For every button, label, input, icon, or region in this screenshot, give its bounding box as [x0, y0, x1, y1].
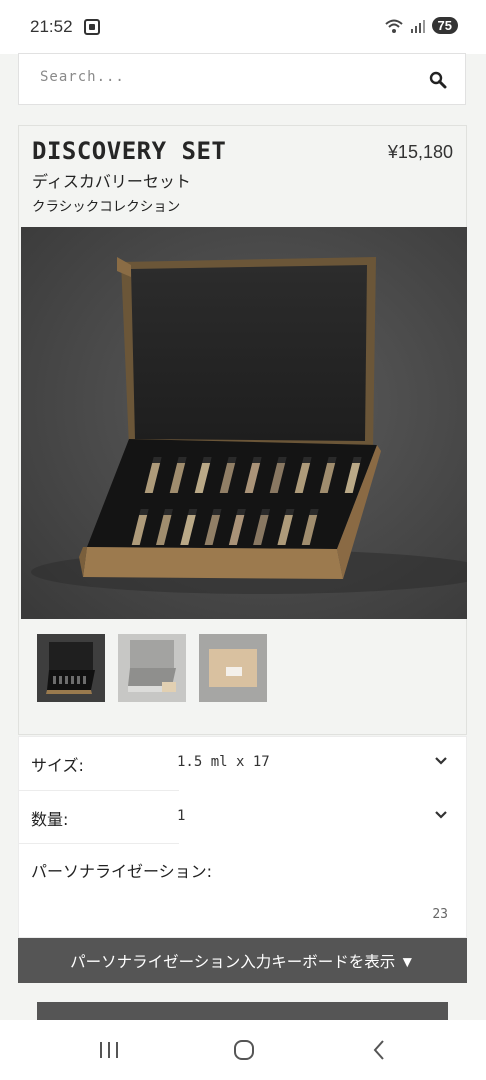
chevron-down-icon[interactable] [434, 756, 448, 766]
vial-cap [277, 457, 287, 463]
thumb-open-box-dark[interactable] [37, 634, 105, 702]
product-price: ¥15,180 [387, 142, 453, 162]
chevron-down-icon[interactable] [434, 810, 448, 820]
signal-icon [410, 19, 425, 33]
quantity-label: 数量: [31, 810, 69, 829]
search-input[interactable] [38, 68, 402, 86]
battery-indicator: 75 [431, 17, 458, 34]
product-card: DISCOVERY SET ¥15,180 ディスカバリーセット クラシックコレ… [18, 125, 467, 735]
product-main-image[interactable] [21, 227, 467, 619]
vial-cap [139, 509, 149, 515]
divider [19, 843, 179, 844]
status-bar: 21:52 75 [0, 0, 486, 54]
size-label: サイズ: [31, 756, 84, 775]
back-icon[interactable] [365, 1038, 395, 1062]
status-indicators: 75 [384, 17, 458, 34]
vial-cap [163, 509, 173, 515]
thumb-open-box-light[interactable] [118, 634, 186, 702]
screenshot-icon [84, 19, 100, 35]
vial-cap [309, 509, 319, 515]
size-value[interactable]: 1.5 ml x 17 [177, 754, 270, 770]
show-keyboard-button[interactable]: パーソナライゼーション入力キーボードを表示 ▼ [18, 938, 467, 983]
recents-icon[interactable] [94, 1038, 124, 1062]
quantity-value[interactable]: 1 [177, 808, 185, 824]
vial-cap [187, 509, 198, 515]
thumb-closed-box[interactable] [199, 634, 267, 702]
size-selector[interactable]: サイズ: 1.5 ml x 17 [19, 737, 466, 789]
vial-cap [177, 457, 187, 463]
product-title: DISCOVERY SET [32, 137, 227, 165]
product-collection: クラシックコレクション [32, 199, 181, 215]
vial-cap [236, 509, 246, 515]
vial-cap [284, 509, 295, 515]
vial-cap [352, 457, 362, 463]
quantity-selector[interactable]: 数量: 1 [19, 791, 466, 843]
search-bar [18, 53, 466, 105]
vial-cap [260, 509, 271, 515]
search-icon[interactable] [429, 71, 447, 89]
product-options: サイズ: 1.5 ml x 17 数量: 1 パーソナライゼーション: 23 [18, 736, 467, 938]
vial-cap [327, 457, 337, 463]
vial-cap [227, 457, 237, 463]
vial-cap [212, 509, 222, 515]
personalization-label: パーソナライゼーション: [31, 862, 213, 881]
personalization-char-count: 23 [432, 907, 448, 922]
status-time: 21:52 [30, 17, 73, 36]
vial-cap [252, 457, 262, 463]
system-nav-bar [0, 1020, 486, 1080]
vial-cap [152, 457, 162, 463]
add-to-cart-button[interactable] [37, 1002, 448, 1022]
home-icon[interactable] [229, 1038, 259, 1062]
product-subtitle-ja: ディスカバリーセット [32, 172, 191, 191]
thumbnail-strip [37, 634, 267, 702]
wifi-icon [384, 19, 403, 33]
vial-cap [302, 457, 312, 463]
vial-cap [202, 457, 212, 463]
